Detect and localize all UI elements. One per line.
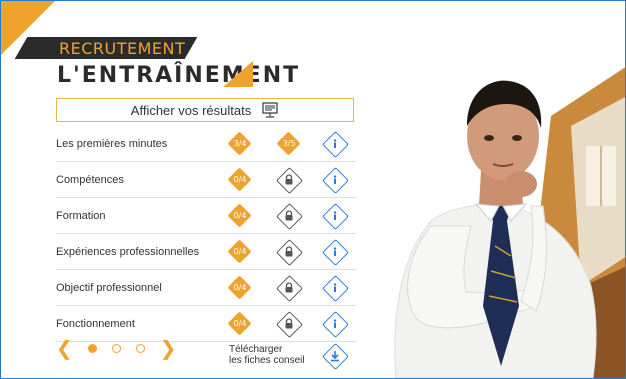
locked-badge: [276, 202, 303, 230]
show-results-label: Afficher vos résultats: [130, 102, 252, 118]
module-row[interactable]: Fonctionnement 0/4: [56, 306, 356, 342]
info-button[interactable]: [322, 166, 349, 194]
module-label: Objectif professionnel: [56, 281, 162, 294]
score-value: 0/4: [233, 175, 247, 184]
info-icon: [333, 174, 337, 184]
download-line-1: Télécharger: [229, 344, 283, 355]
page-dot-1[interactable]: [87, 343, 97, 353]
module-row[interactable]: Formation 0/4: [56, 198, 356, 234]
download-advice-link[interactable]: Télécharger les fiches conseil: [229, 344, 305, 366]
info-button[interactable]: [322, 202, 349, 230]
info-button[interactable]: [322, 310, 349, 338]
download-icon: [331, 351, 339, 362]
module-label: Formation: [56, 209, 106, 222]
lock-icon: [285, 246, 293, 257]
module-row[interactable]: Les premières minutes 3/4 3/5: [56, 126, 356, 162]
score-badge: 3/4: [227, 130, 252, 156]
module-list: Les premières minutes 3/4 3/5 Compétence…: [56, 126, 356, 342]
page-title: L'ENTRAÎNEMENT: [57, 63, 301, 88]
module-row[interactable]: Compétences 0/4: [56, 162, 356, 198]
header-kicker: RECRUTEMENT: [59, 39, 186, 58]
score-value: 0/4: [233, 319, 247, 328]
lock-icon: [285, 282, 293, 293]
score-value: 3/4: [233, 139, 247, 148]
score-badge: 0/4: [227, 202, 252, 228]
locked-badge: [276, 166, 303, 194]
lock-icon: [285, 210, 293, 221]
info-button[interactable]: [322, 238, 349, 266]
module-row[interactable]: Objectif professionnel 0/4: [56, 270, 356, 306]
score-badge: 0/4: [227, 310, 252, 336]
score-value: 3/5: [282, 139, 296, 148]
info-icon: [333, 282, 337, 292]
locked-badge: [276, 274, 303, 302]
download-button[interactable]: [322, 343, 349, 370]
pagination: ❮ ❯: [56, 338, 177, 358]
score-badge: 3/5: [276, 130, 301, 156]
lock-icon: [285, 174, 293, 185]
score-badge: 0/4: [227, 274, 252, 300]
info-icon: [333, 138, 337, 148]
module-label: Expériences professionnelles: [56, 245, 200, 258]
score-value: 0/4: [233, 211, 247, 220]
app-frame: RECRUTEMENT L'ENTRAÎNEMENT Afficher vos …: [0, 0, 626, 379]
module-label: Les premières minutes: [56, 137, 168, 150]
info-icon: [333, 318, 337, 328]
page-dot-2[interactable]: [111, 343, 121, 353]
title-accent-triangle: [223, 61, 253, 87]
score-badge: 0/4: [227, 238, 252, 264]
info-icon: [333, 246, 337, 256]
info-button[interactable]: [322, 130, 349, 158]
score-value: 0/4: [233, 247, 247, 256]
info-icon: [333, 210, 337, 220]
lock-icon: [285, 318, 293, 329]
presentation-board-icon: [262, 102, 278, 118]
score-badge: 0/4: [227, 166, 252, 192]
locked-badge: [276, 238, 303, 266]
show-results-button[interactable]: Afficher vos résultats: [56, 98, 354, 122]
chevron-left-icon[interactable]: ❮: [56, 338, 73, 358]
score-value: 0/4: [233, 283, 247, 292]
chevron-right-icon[interactable]: ❯: [160, 338, 177, 358]
download-line-2: les fiches conseil: [229, 355, 305, 366]
module-label: Fonctionnement: [56, 317, 135, 330]
module-label: Compétences: [56, 173, 124, 186]
recruiter-photo: [394, 67, 625, 378]
locked-badge: [276, 310, 303, 338]
info-button[interactable]: [322, 274, 349, 302]
module-row[interactable]: Expériences professionnelles 0/4: [56, 234, 356, 270]
page-dot-3[interactable]: [135, 343, 145, 353]
